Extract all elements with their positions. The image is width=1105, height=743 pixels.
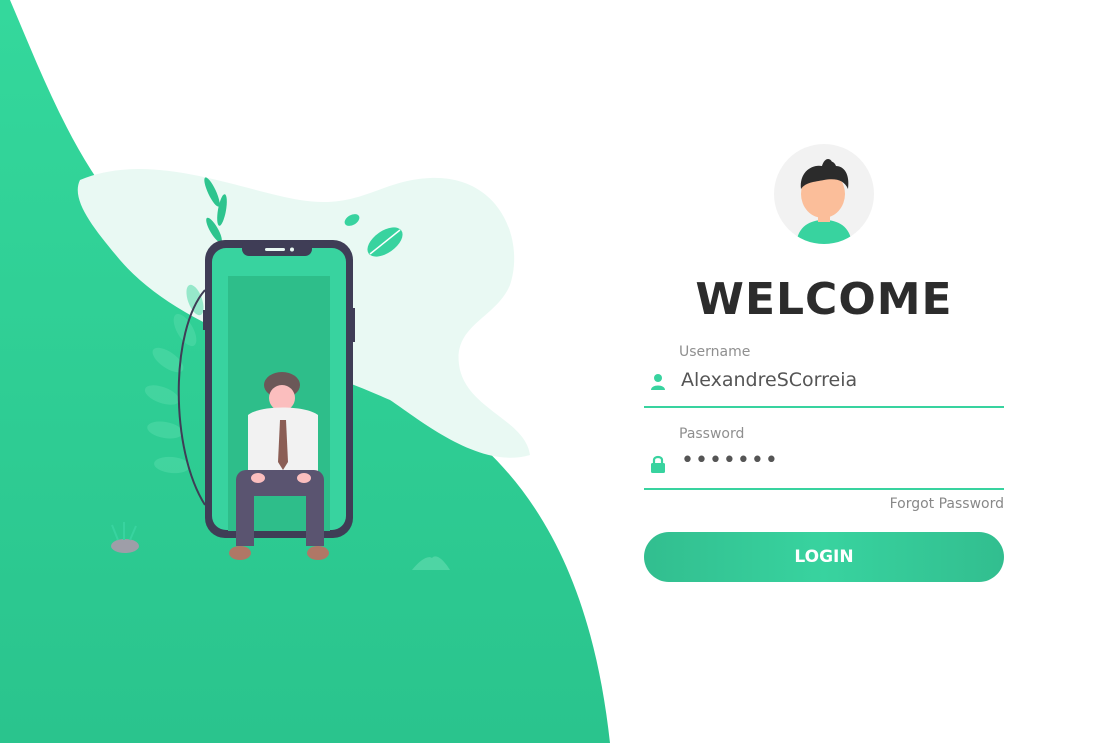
user-icon (651, 374, 665, 390)
forgot-password-link[interactable]: Forgot Password (890, 496, 1004, 512)
password-input[interactable]: ••••••• (681, 448, 991, 476)
login-button[interactable]: LOGIN (644, 532, 1004, 582)
username-label: Username (679, 344, 751, 360)
username-input[interactable] (681, 366, 991, 394)
lock-icon (651, 455, 665, 473)
password-label: Password (679, 426, 745, 442)
password-field[interactable]: Password ••••••• (644, 424, 1004, 490)
user-avatar-icon (774, 144, 874, 244)
welcome-title: WELCOME (695, 274, 953, 325)
username-field[interactable]: Username (644, 342, 1004, 408)
